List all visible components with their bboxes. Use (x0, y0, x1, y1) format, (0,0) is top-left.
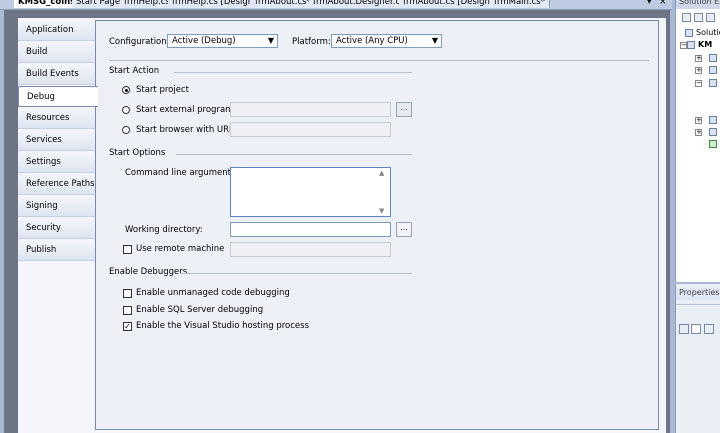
form-icon (709, 128, 717, 136)
unmanaged-debugging-checkbox[interactable] (123, 289, 132, 298)
tab-frmhelp-design[interactable]: frmHelp.cs [Design] (168, 0, 262, 8)
unmanaged-debugging-label: Enable unmanaged code debugging (136, 288, 290, 298)
side-tab-services[interactable]: Services (18, 130, 95, 151)
solution-icon (685, 29, 693, 37)
browser-url-field[interactable] (230, 122, 391, 137)
working-directory-label: Working directory: (125, 225, 203, 235)
side-tab-build-events[interactable]: Build Events (18, 64, 95, 85)
close-tab-icon[interactable]: × (659, 0, 667, 7)
textarea-scrollbar[interactable]: ▲ ▼ (379, 169, 389, 215)
start-project-radio[interactable] (122, 86, 130, 94)
start-project-label: Start project (136, 85, 189, 95)
chevron-down-icon: ▼ (267, 36, 274, 45)
chevron-down-icon: ▼ (431, 36, 438, 45)
side-tab-signing[interactable]: Signing (18, 196, 95, 217)
divider (176, 154, 412, 155)
divider (109, 60, 649, 61)
expand-icon[interactable]: + (695, 129, 702, 136)
side-tab-reference-paths[interactable]: Reference Paths (18, 174, 95, 195)
start-browser-label: Start browser with URL: (136, 125, 237, 135)
working-directory-field[interactable] (230, 222, 391, 237)
use-remote-machine-checkbox[interactable] (123, 245, 132, 254)
tab-frmabout-designer[interactable]: frmAbout.Designer.cs (309, 0, 410, 8)
hosting-process-checkbox[interactable]: ✓ (123, 322, 132, 331)
categorized-icon[interactable] (679, 324, 689, 334)
divider (174, 72, 412, 73)
side-tab-application[interactable]: Application (18, 20, 95, 41)
expand-icon[interactable]: + (695, 67, 702, 74)
solution-explorer-panel: Solution Ex Solutio − KM + + − + + (675, 0, 720, 282)
folder-icon (709, 54, 717, 62)
external-program-browse-button[interactable]: ... (396, 102, 412, 117)
start-action-heading: Start Action (109, 66, 160, 76)
tab-frmabout-design[interactable]: frmAbout.cs [Design]* (399, 0, 503, 8)
tab-frmabout-cs[interactable]: frmAbout.cs* (251, 0, 316, 8)
platform-value: Active (Any CPU) (336, 36, 408, 46)
hosting-process-label: Enable the Visual Studio hosting process (136, 321, 310, 331)
platform-label: Platform: (292, 37, 331, 47)
platform-dropdown[interactable]: Active (Any CPU) ▼ (331, 34, 442, 48)
tab-frmmain-cs[interactable]: frmMain.cs* (490, 0, 550, 8)
enable-debuggers-heading: Enable Debuggers (109, 267, 188, 277)
configuration-dropdown[interactable]: Active (Debug) ▼ (167, 34, 278, 48)
side-tab-publish[interactable]: Publish (18, 240, 95, 261)
project-node[interactable]: KM (698, 40, 712, 49)
sql-debugging-label: Enable SQL Server debugging (136, 305, 264, 315)
side-tab-settings[interactable]: Settings (18, 152, 95, 173)
tab-frmhelp-cs[interactable]: frmHelp.cs (120, 0, 175, 8)
properties-title: Properties (676, 288, 720, 300)
use-remote-machine-label: Use remote machine (136, 244, 225, 254)
solution-explorer-title: Solution Ex (676, 0, 720, 9)
divider (180, 273, 412, 274)
external-program-field[interactable] (230, 102, 391, 117)
form-icon (709, 79, 717, 87)
properties-view-icon[interactable] (704, 324, 714, 334)
debug-page: Configuration: Active (Debug) ▼ Platform… (95, 20, 659, 430)
configuration-label: Configuration: (109, 37, 170, 47)
start-options-heading: Start Options (109, 148, 166, 158)
collapse-icon[interactable]: − (680, 42, 687, 49)
refresh-icon[interactable] (706, 13, 715, 22)
side-tab-security[interactable]: Security (18, 218, 95, 239)
divider (676, 304, 720, 305)
folder-icon (709, 66, 717, 74)
side-tab-debug[interactable]: Debug (18, 86, 98, 107)
tab-start-page[interactable]: Start Page (72, 0, 126, 8)
tab-dropdown-icon[interactable]: ▾ (647, 0, 652, 7)
working-directory-browse-button[interactable]: ... (396, 222, 412, 237)
side-tab-build[interactable]: Build (18, 42, 95, 63)
project-icon (687, 41, 695, 49)
start-external-program-radio[interactable] (122, 106, 130, 114)
scroll-up-icon[interactable]: ▲ (379, 169, 384, 177)
property-page-tabs: Application Build Build Events Debug Res… (18, 20, 98, 270)
properties-panel: Properties (675, 284, 720, 433)
command-line-arguments-label: Command line arguments: (125, 168, 239, 178)
properties-icon[interactable] (682, 13, 691, 22)
show-all-files-icon[interactable] (694, 13, 703, 22)
configuration-value: Active (Debug) (172, 36, 236, 46)
start-browser-radio[interactable] (122, 126, 130, 134)
solution-node[interactable]: Solutio (696, 28, 720, 37)
collapse-icon[interactable]: − (695, 80, 702, 87)
expand-icon[interactable]: + (695, 55, 702, 62)
program-file-icon (709, 140, 717, 148)
start-external-program-label: Start external program: (136, 105, 237, 115)
document-tab-strip: KMSG_coins Start Page frmHelp.cs frmHelp… (0, 0, 672, 10)
remote-machine-field[interactable] (230, 242, 391, 257)
command-line-arguments-input[interactable]: ▲ ▼ (230, 167, 391, 217)
tab-kmsg-coins[interactable]: KMSG_coins (14, 0, 81, 8)
expand-icon[interactable]: + (695, 117, 702, 124)
alphabetical-icon[interactable] (691, 324, 701, 334)
scroll-down-icon[interactable]: ▼ (379, 207, 384, 215)
form-icon (709, 116, 717, 124)
sql-debugging-checkbox[interactable] (123, 306, 132, 315)
side-tab-resources[interactable]: Resources (18, 108, 95, 129)
